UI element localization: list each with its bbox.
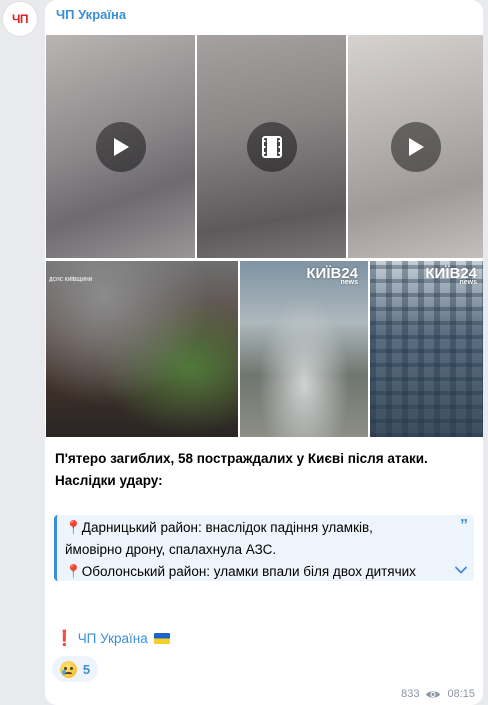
quote-icon: ” <box>460 517 468 534</box>
channel-signature[interactable]: ❗ ЧП Україна <box>55 629 170 647</box>
crying-face-icon <box>59 660 77 678</box>
timestamp: 08:15 <box>447 688 475 700</box>
reaction-count: 5 <box>82 661 91 677</box>
message-text-line: П'ятеро загиблих, 58 постраждалих у Києв… <box>55 451 428 466</box>
avatar-text: ЧП <box>11 12 29 26</box>
blockquote[interactable]: 📍Дарницький район: внаслідок падіння ула… <box>54 515 474 581</box>
ukraine-flag-icon <box>153 632 170 644</box>
quote-line: ймовірно дрону, спалахнула АЗС. <box>65 542 277 557</box>
message-bubble: ЧП Україна ДСНС КИЇВЩИНИ КИЇВ24 news КИЇ… <box>45 0 483 705</box>
photo-building[interactable]: КИЇВ24 news <box>370 261 483 437</box>
message-meta: 833 08:15 <box>401 688 475 700</box>
video-thumbnail-3[interactable] <box>348 35 483 258</box>
reaction-crying[interactable]: 5 <box>52 656 98 682</box>
view-count: 833 <box>401 688 420 700</box>
quote-line: 📍Оболонський район: уламки впали біля дв… <box>65 564 416 579</box>
film-icon[interactable] <box>246 121 297 172</box>
channel-avatar[interactable]: ЧП <box>2 1 38 37</box>
photo-watermark: КИЇВ24 news <box>306 265 358 286</box>
chevron-down-icon[interactable] <box>454 563 468 577</box>
signature-link[interactable]: ЧП Україна <box>78 631 148 646</box>
photo-watermark: ДСНС КИЇВЩИНИ <box>49 277 93 283</box>
photo-fire[interactable]: ДСНС КИЇВЩИНИ <box>46 261 238 437</box>
quote-line: 📍Дарницький район: внаслідок падіння ула… <box>65 520 373 535</box>
eye-icon <box>426 691 441 697</box>
video-thumbnail-2[interactable] <box>197 35 346 258</box>
message-text-line: Наслідки удару: <box>55 473 163 488</box>
video-thumbnail-1[interactable] <box>46 35 195 258</box>
message-text: П'ятеро загиблих, 58 постраждалих у Києв… <box>55 448 475 492</box>
exclamation-icon: ❗ <box>55 630 74 647</box>
photo-watermark: КИЇВ24 news <box>425 265 477 286</box>
channel-name[interactable]: ЧП Україна <box>56 7 126 22</box>
play-icon[interactable] <box>95 121 146 172</box>
play-icon[interactable] <box>390 121 441 172</box>
photo-car[interactable]: КИЇВ24 news <box>240 261 368 437</box>
